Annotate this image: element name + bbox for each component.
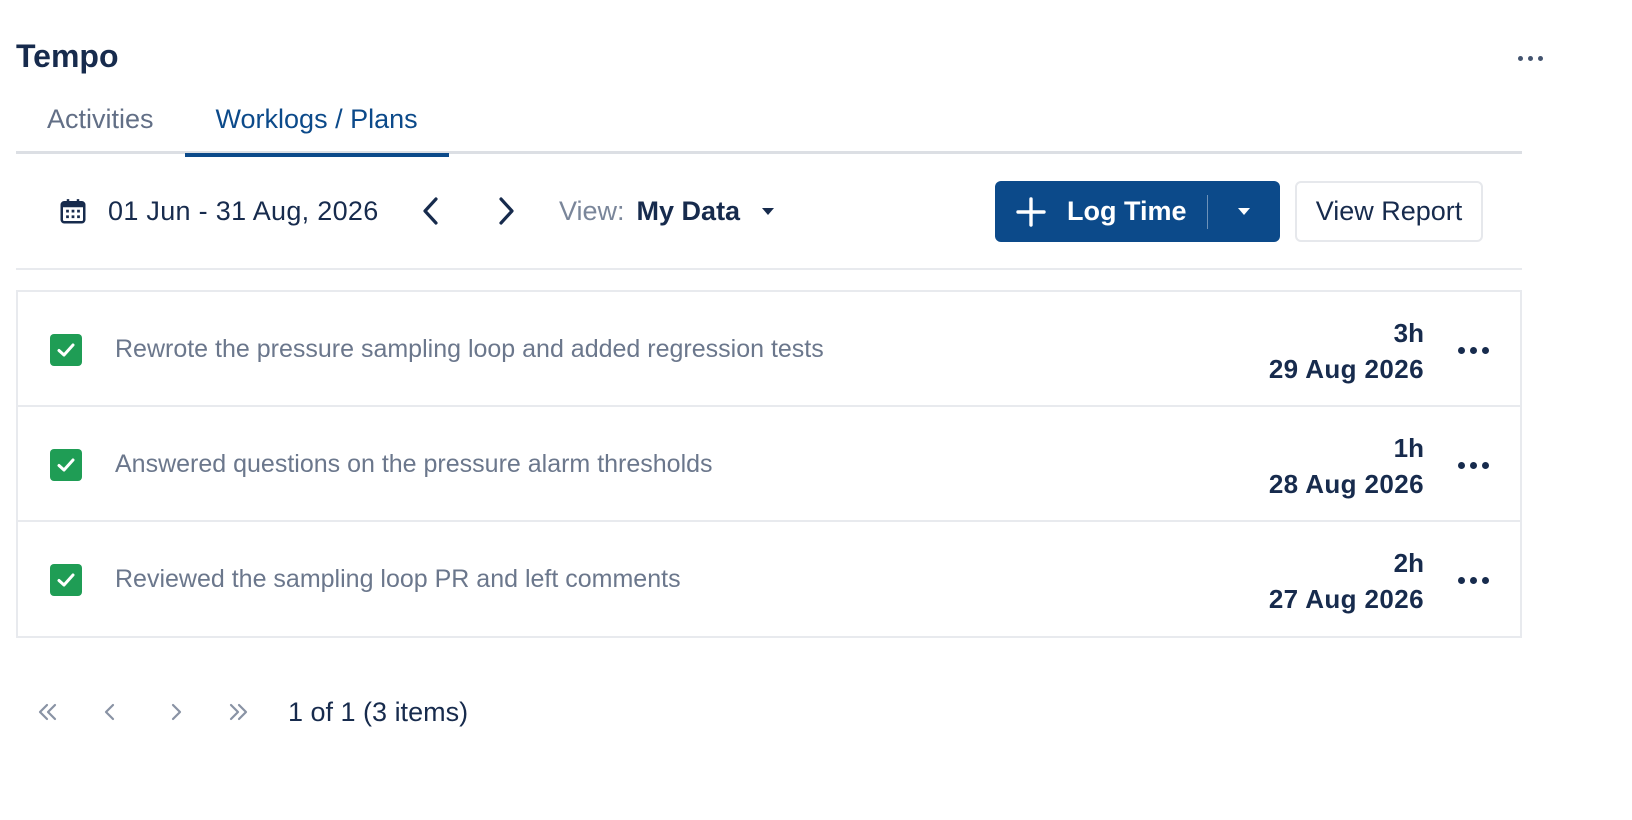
worklog-row[interactable]: Reviewed the sampling loop PR and left c… bbox=[18, 522, 1520, 637]
worklog-more-icon[interactable] bbox=[1450, 335, 1496, 365]
panel-title: Tempo bbox=[16, 38, 119, 74]
worklog-more-icon[interactable] bbox=[1450, 450, 1496, 480]
panel-more-icon[interactable] bbox=[1510, 44, 1550, 72]
log-time-label: Log Time bbox=[1067, 196, 1187, 226]
next-page-button[interactable] bbox=[158, 694, 194, 730]
tab-activities[interactable]: Activities bbox=[16, 96, 185, 154]
worklog-duration: 1h bbox=[1393, 433, 1424, 463]
worklog-description: Answered questions on the pressure alarm… bbox=[115, 450, 713, 478]
pagination-summary: 1 of 1 (3 items) bbox=[288, 696, 469, 727]
worklog-checkbox[interactable] bbox=[50, 564, 82, 596]
chevron-right-icon bbox=[171, 703, 182, 721]
double-chevron-right-icon bbox=[229, 703, 248, 721]
worklog-meta: 1h 28 Aug 2026 bbox=[1269, 431, 1424, 503]
worklog-duration: 3h bbox=[1393, 318, 1424, 348]
log-time-dropdown-button[interactable] bbox=[1208, 208, 1280, 215]
date-range-label: 01 Jun - 31 Aug, 2026 bbox=[108, 195, 379, 226]
view-value: My Data bbox=[636, 195, 741, 226]
worklog-date: 29 Aug 2026 bbox=[1268, 354, 1424, 384]
worklog-row[interactable]: Answered questions on the pressure alarm… bbox=[18, 407, 1520, 522]
chevron-down-icon bbox=[1238, 208, 1250, 215]
previous-page-button[interactable] bbox=[92, 694, 128, 730]
worklog-description: Rewrote the pressure sampling loop and a… bbox=[115, 335, 824, 363]
view-selector[interactable]: View: My Data bbox=[559, 180, 775, 242]
previous-period-button[interactable] bbox=[414, 194, 448, 228]
worklog-checkbox[interactable] bbox=[50, 449, 82, 481]
worklog-duration: 2h bbox=[1393, 548, 1424, 578]
tab-worklogs-plans[interactable]: Worklogs / Plans bbox=[184, 96, 449, 157]
last-page-button[interactable] bbox=[220, 694, 256, 730]
chevron-down-icon bbox=[762, 207, 775, 215]
chevron-left-icon bbox=[104, 703, 115, 721]
date-range-picker[interactable]: 01 Jun - 31 Aug, 2026 bbox=[58, 180, 379, 242]
calendar-icon bbox=[60, 199, 86, 224]
view-report-button[interactable]: View Report bbox=[1295, 181, 1483, 242]
worklog-list: Rewrote the pressure sampling loop and a… bbox=[16, 290, 1522, 638]
worklog-description: Reviewed the sampling loop PR and left c… bbox=[115, 565, 681, 593]
tempo-panel: Tempo Activities Worklogs / Plans 01 Jun… bbox=[0, 0, 1632, 820]
worklog-date: 28 Aug 2026 bbox=[1268, 469, 1424, 499]
plus-icon bbox=[995, 196, 1067, 227]
checkmark-icon bbox=[57, 343, 75, 357]
worklog-date: 27 Aug 2026 bbox=[1268, 584, 1424, 614]
worklog-meta: 2h 27 Aug 2026 bbox=[1269, 546, 1424, 618]
log-time-button[interactable]: Log Time bbox=[995, 181, 1280, 242]
checkmark-icon bbox=[57, 573, 75, 587]
double-chevron-left-icon bbox=[38, 703, 57, 721]
chevron-left-icon bbox=[423, 197, 438, 225]
toolbar: 01 Jun - 31 Aug, 2026 View: My Data Log … bbox=[16, 180, 1522, 242]
chevron-right-icon bbox=[499, 197, 514, 225]
worklog-more-icon[interactable] bbox=[1450, 565, 1496, 595]
divider bbox=[16, 268, 1522, 270]
worklog-checkbox[interactable] bbox=[50, 334, 82, 366]
view-label: View: bbox=[559, 195, 625, 226]
worklog-meta: 3h 29 Aug 2026 bbox=[1269, 316, 1424, 388]
checkmark-icon bbox=[57, 458, 75, 472]
first-page-button[interactable] bbox=[30, 694, 66, 730]
next-period-button[interactable] bbox=[489, 194, 523, 228]
tab-bar: Activities Worklogs / Plans bbox=[16, 96, 1522, 157]
worklog-row[interactable]: Rewrote the pressure sampling loop and a… bbox=[18, 292, 1520, 407]
